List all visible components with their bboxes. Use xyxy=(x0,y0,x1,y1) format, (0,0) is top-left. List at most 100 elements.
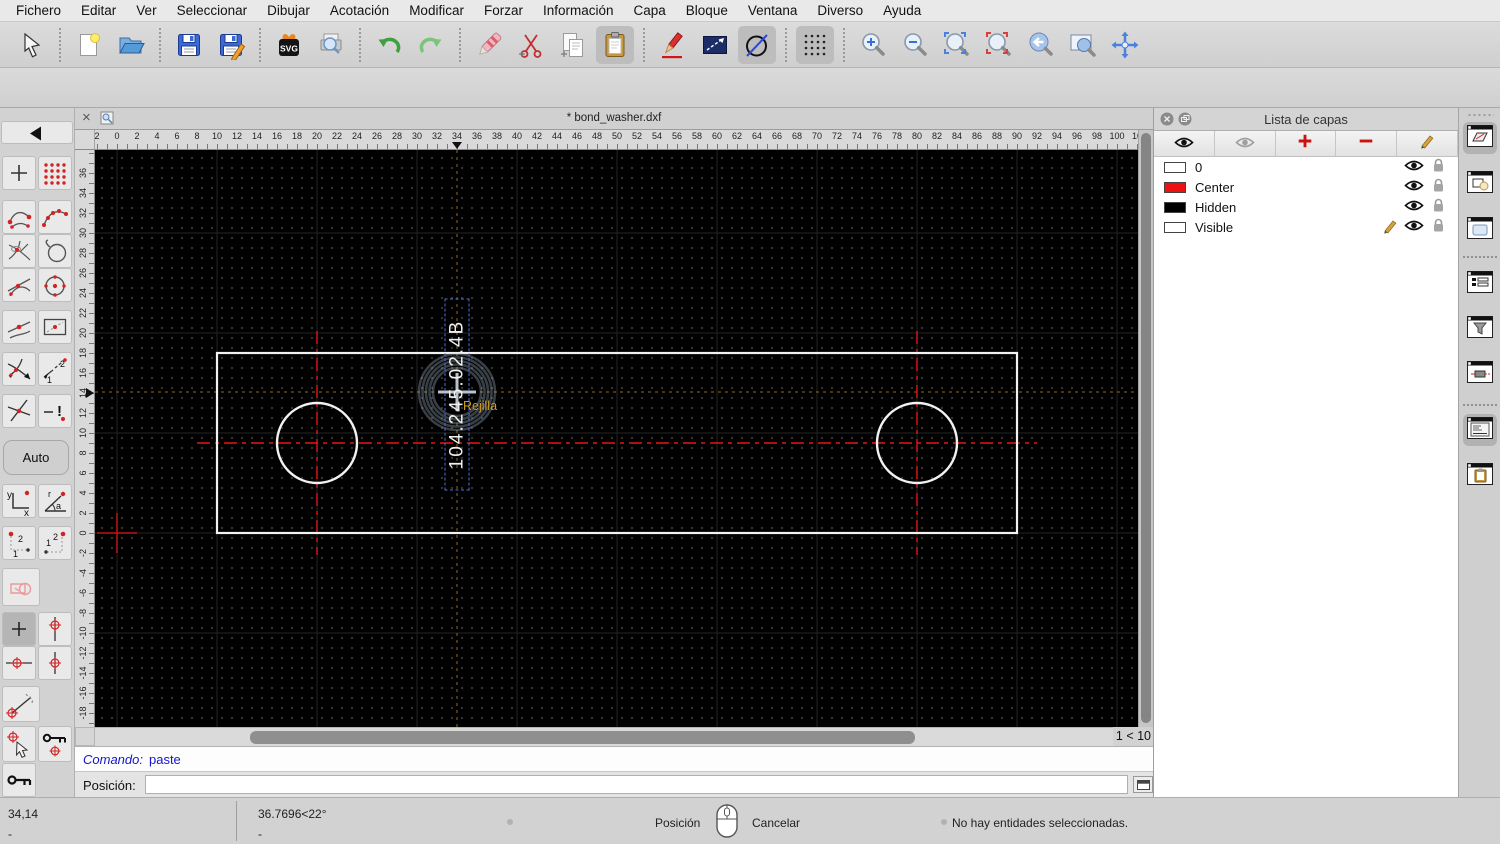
grid-toggle-button[interactable] xyxy=(796,25,834,64)
pen-tool-button[interactable] xyxy=(654,26,692,64)
coords-absolute[interactable]: 12 xyxy=(38,526,72,560)
restrict-vertical[interactable] xyxy=(38,612,72,646)
zoom-in-button[interactable] xyxy=(854,26,892,64)
snap-endpoints[interactable] xyxy=(2,200,36,234)
lock-relative-zero[interactable] xyxy=(38,726,72,762)
restrict-horizontal[interactable] xyxy=(2,646,36,680)
command-options-button[interactable] xyxy=(1133,776,1153,793)
layer-edit-pencil-icon[interactable] xyxy=(1378,218,1402,237)
cut-button[interactable] xyxy=(512,26,550,64)
vertical-scrollbar[interactable] xyxy=(1138,130,1153,727)
circle-tool-button[interactable] xyxy=(738,25,776,64)
menu-item[interactable]: Fichero xyxy=(6,3,71,18)
layer-visibility-eye-icon[interactable] xyxy=(1402,199,1426,215)
layer-lock-icon[interactable] xyxy=(1426,218,1450,236)
layer-row[interactable]: Center xyxy=(1154,177,1458,197)
set-relative-zero[interactable] xyxy=(2,726,36,762)
dock-entity-list-button[interactable] xyxy=(1463,268,1497,300)
layer-lock-icon[interactable] xyxy=(1426,178,1450,196)
relative-zero-key[interactable] xyxy=(2,763,36,797)
layer-lock-icon[interactable] xyxy=(1426,198,1450,216)
toggle-all-visibility-button[interactable] xyxy=(1154,131,1215,156)
new-file-button[interactable] xyxy=(70,26,108,64)
horizontal-scrollbar[interactable] xyxy=(95,727,1117,746)
zoom-auto-button[interactable] xyxy=(938,26,976,64)
restrict-orthogonal[interactable] xyxy=(38,646,72,680)
zoom-previous-button[interactable] xyxy=(1022,26,1060,64)
snap-intersection-manual[interactable]: 12 xyxy=(38,352,72,386)
zoom-pan-button[interactable] xyxy=(1106,26,1144,64)
horizontal-scrollbar-thumb[interactable] xyxy=(250,731,915,744)
menu-item[interactable]: Diverso xyxy=(807,3,873,18)
zoom-window-button[interactable] xyxy=(1064,26,1102,64)
layer-row[interactable]: Hidden xyxy=(1154,197,1458,217)
menu-item[interactable]: Editar xyxy=(71,3,126,18)
coords-relative[interactable]: 12 xyxy=(2,526,36,560)
layer-visibility-eye-icon[interactable] xyxy=(1402,159,1426,175)
menu-item[interactable]: Seleccionar xyxy=(167,3,258,18)
paste-button[interactable] xyxy=(596,25,634,64)
command-input[interactable] xyxy=(145,775,1128,794)
menu-item[interactable]: Información xyxy=(533,3,624,18)
layer-row[interactable]: Visible xyxy=(1154,217,1458,237)
dock-clipboard-button[interactable] xyxy=(1463,460,1497,492)
menu-item[interactable]: Bloque xyxy=(676,3,738,18)
snap-disable[interactable]: ! xyxy=(38,394,72,428)
layer-lock-icon[interactable] xyxy=(1426,158,1450,176)
dock-block-list-button[interactable] xyxy=(1463,168,1497,200)
angle-indicator[interactable] xyxy=(2,686,40,722)
snap-distance[interactable] xyxy=(38,310,72,344)
redo-button[interactable] xyxy=(412,26,450,64)
layer-visibility-eye-icon[interactable] xyxy=(1402,179,1426,195)
coords-polar[interactable]: ra xyxy=(38,484,72,518)
open-file-button[interactable] xyxy=(112,26,150,64)
menu-item[interactable]: Ventana xyxy=(738,3,808,18)
snap-circle[interactable] xyxy=(38,234,72,268)
dock-selection-filter-button[interactable] xyxy=(1463,313,1497,345)
vertical-scrollbar-thumb[interactable] xyxy=(1141,133,1151,723)
auto-button[interactable]: Auto xyxy=(3,440,69,475)
snap-intersection-auto[interactable] xyxy=(2,352,36,386)
save-as-button[interactable] xyxy=(212,26,250,64)
snap-cross[interactable] xyxy=(2,394,36,428)
menu-item[interactable]: Ver xyxy=(126,3,166,18)
save-file-button[interactable] xyxy=(170,26,208,64)
undo-button[interactable] xyxy=(370,26,408,64)
toggle-construction-visibility-button[interactable] xyxy=(1215,131,1276,156)
menu-item[interactable]: Acotación xyxy=(320,3,399,18)
dock-pen-wizard-button[interactable] xyxy=(1463,358,1497,390)
layer-visibility-eye-icon[interactable] xyxy=(1402,219,1426,235)
text-entity[interactable]: 104.245.02.4B xyxy=(444,298,470,491)
layer-row[interactable]: 0 xyxy=(1154,157,1458,177)
menu-item[interactable]: Forzar xyxy=(474,3,533,18)
print-preview-button[interactable] xyxy=(312,26,350,64)
coords-cartesian[interactable]: yx xyxy=(2,484,36,518)
snap-middle[interactable] xyxy=(2,310,36,344)
redraw-button[interactable] xyxy=(980,26,1018,64)
cursor-tool-button[interactable] xyxy=(12,26,50,64)
copy-button[interactable] xyxy=(554,26,592,64)
snap-center[interactable] xyxy=(38,268,72,302)
drawing-canvas[interactable]: 104.245.02.4B Rejilla xyxy=(95,150,1138,727)
line-attributes-button[interactable] xyxy=(696,26,734,64)
dock-layer-list-button[interactable] xyxy=(1463,122,1497,154)
back-arrow[interactable] xyxy=(1,121,73,144)
snap-on-entity[interactable] xyxy=(38,200,72,234)
dock-library-browser-button[interactable] xyxy=(1463,214,1497,246)
menu-item[interactable]: Ayuda xyxy=(873,3,931,18)
menu-item[interactable]: Capa xyxy=(624,3,676,18)
zoom-out-button[interactable] xyxy=(896,26,934,64)
snap-grid[interactable] xyxy=(38,156,72,190)
menu-item[interactable]: Modificar xyxy=(399,3,474,18)
add-layer-button[interactable] xyxy=(1276,131,1337,156)
snap-tangent[interactable] xyxy=(2,268,36,302)
eraser-button[interactable] xyxy=(470,26,508,64)
snap-intersection[interactable] xyxy=(2,234,36,268)
menu-item[interactable]: Dibujar xyxy=(257,3,320,18)
modify-layer-button[interactable] xyxy=(1397,131,1458,156)
svg-export-button[interactable]: SVG xyxy=(270,26,308,64)
remove-layer-button[interactable] xyxy=(1336,131,1398,156)
restrict-free[interactable] xyxy=(2,612,36,646)
dock-command-line-button[interactable] xyxy=(1463,414,1497,446)
selection-indicator[interactable] xyxy=(2,568,40,606)
